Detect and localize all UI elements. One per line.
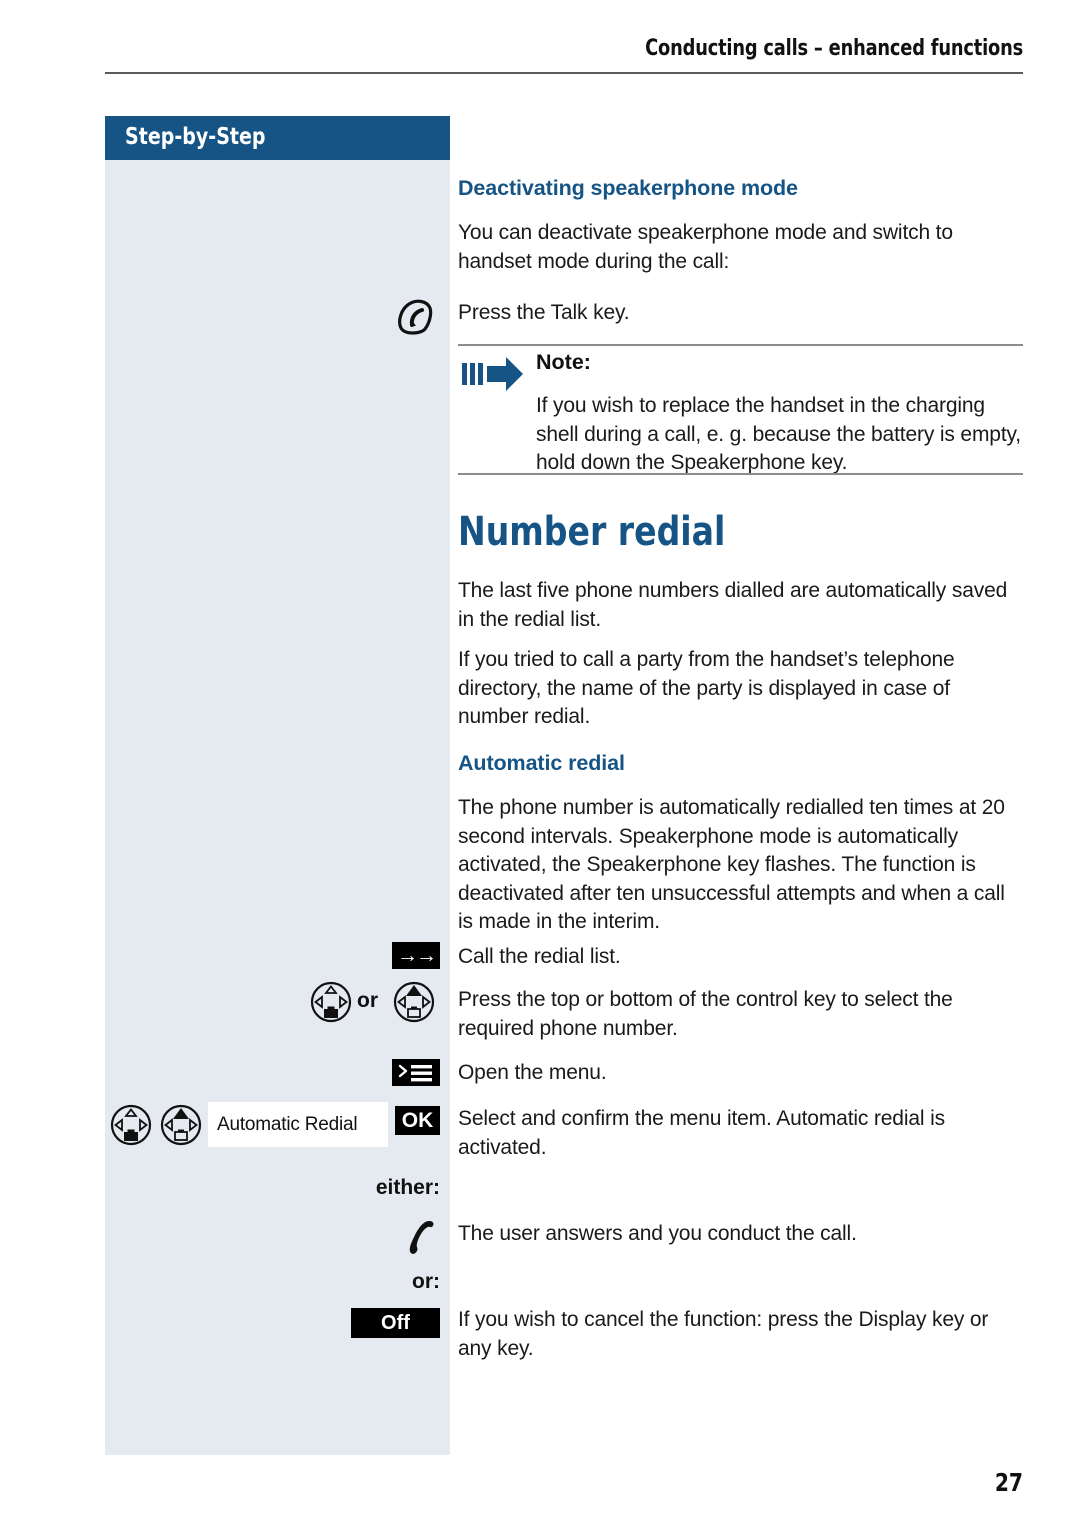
redial-list-key[interactable]: →→ [392, 942, 440, 969]
talk-key-step-text: Press the Talk key. [458, 301, 630, 324]
outcome-answered-text: The user answers and you conduct the cal… [458, 1222, 857, 1245]
step-by-step-banner-label: Step-by-Step [125, 124, 266, 150]
or-label: or: [412, 1270, 440, 1293]
note-bottom-rule [458, 473, 1023, 475]
display-line-text: Automatic Redial [217, 1113, 358, 1135]
page-number: 27 [994, 1468, 1023, 1497]
talk-key-icon [395, 298, 437, 338]
number-redial-title-wrap: Number redial [458, 509, 749, 555]
control-key-or-connector: or [357, 989, 378, 1012]
step-open-menu-text: Open the menu. [458, 1061, 607, 1084]
step-call-redial-list-text: Call the redial list. [458, 945, 621, 968]
note-body-text: If you wish to replace the handset in th… [536, 394, 1021, 474]
step-by-step-column [105, 160, 450, 1455]
header-rule [105, 72, 1023, 74]
off-display-key-label: Off [381, 1311, 410, 1334]
number-redial-para-1: The last five phone numbers dialled are … [458, 579, 1008, 631]
either-label-wrap: either: [240, 1176, 440, 1200]
redial-list-key-label: →→ [397, 943, 437, 967]
display-line: Automatic Redial [208, 1102, 388, 1147]
menu-key[interactable] [392, 1059, 440, 1086]
running-header: Conducting calls – enhanced functions [645, 36, 1023, 61]
note-top-rule [458, 344, 1023, 346]
automatic-redial-heading: Automatic redial [458, 751, 625, 775]
off-display-key[interactable]: Off [351, 1308, 440, 1338]
step-confirm-menu-item-text: Select and confirm the menu item. Automa… [458, 1107, 945, 1159]
note-arrow-icon [462, 355, 524, 393]
number-redial-para-2: If you tried to call a party from the ha… [458, 648, 955, 728]
outcome-cancel-text: If you wish to cancel the function: pres… [458, 1308, 989, 1360]
number-redial-title: Number redial [458, 509, 726, 555]
control-key-down-icon-2[interactable] [110, 1104, 152, 1146]
ok-key[interactable]: OK [395, 1106, 440, 1135]
control-key-up-icon[interactable] [393, 981, 435, 1023]
handset-icon [402, 1218, 436, 1256]
control-key-down-icon[interactable] [310, 981, 352, 1023]
ok-key-label: OK [401, 1108, 434, 1132]
control-key-up-icon-2[interactable] [160, 1104, 202, 1146]
note-label: Note: [536, 350, 591, 374]
step-by-step-banner: Step-by-Step [105, 116, 450, 160]
either-label: either: [375, 1176, 440, 1199]
automatic-redial-heading-wrap: Automatic redial [458, 751, 625, 776]
deactivating-heading: Deactivating speakerphone mode [458, 176, 798, 200]
step-select-number-text: Press the top or bottom of the control k… [458, 988, 953, 1040]
or-label-wrap: or: [240, 1270, 440, 1294]
deactivating-intro-text: You can deactivate speakerphone mode and… [458, 221, 953, 273]
deactivating-heading-wrap: Deactivating speakerphone mode [458, 176, 1023, 201]
automatic-redial-para-1: The phone number is automatically redial… [458, 796, 1005, 933]
